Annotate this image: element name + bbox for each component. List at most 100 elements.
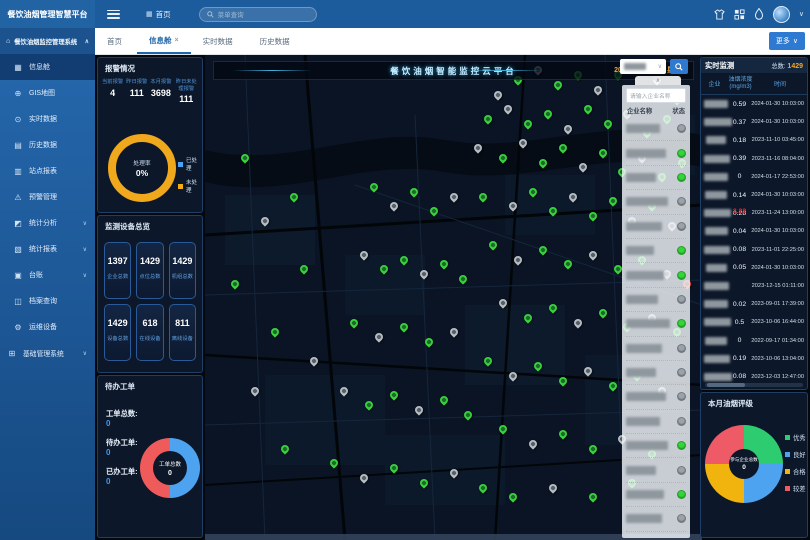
company-row[interactable] xyxy=(626,141,686,165)
map-pin[interactable] xyxy=(502,104,513,115)
map-pin[interactable] xyxy=(542,108,553,119)
map-pin[interactable] xyxy=(388,462,399,473)
map-pin[interactable] xyxy=(522,312,533,323)
map-pin[interactable] xyxy=(507,492,518,503)
map-pin[interactable] xyxy=(348,317,359,328)
map-pin[interactable] xyxy=(498,298,509,309)
realtime-row[interactable]: 0.08 2023-11-01 22:25:00 xyxy=(701,241,807,259)
company-row[interactable] xyxy=(626,288,686,312)
map-pin[interactable] xyxy=(418,268,429,279)
company-row[interactable] xyxy=(626,190,686,214)
map-pin[interactable] xyxy=(309,356,320,367)
map-pin[interactable] xyxy=(582,365,593,376)
stat-card[interactable]: 1429 点位总数 xyxy=(136,242,163,299)
map-pin[interactable] xyxy=(547,302,558,313)
map-pin[interactable] xyxy=(498,424,509,435)
map-pin[interactable] xyxy=(592,84,603,95)
map-pin[interactable] xyxy=(498,152,509,163)
map-pin[interactable] xyxy=(358,249,369,260)
company-select-dropdown[interactable]: ∨ xyxy=(620,59,666,74)
realtime-row[interactable]: 0 2024-01-17 22:53:00 xyxy=(701,168,807,186)
map-pin[interactable] xyxy=(438,395,449,406)
map-pin[interactable] xyxy=(239,152,250,163)
page-tab[interactable]: 首页 xyxy=(95,28,137,54)
company-row[interactable] xyxy=(626,434,686,458)
map-pin[interactable] xyxy=(557,142,568,153)
map-pin[interactable] xyxy=(512,254,523,265)
map-pin[interactable] xyxy=(478,191,489,202)
sidebar-item[interactable]: ◩ 统计分析 ∨ xyxy=(0,210,95,236)
sidebar-item[interactable]: ◫ 档案查询 xyxy=(0,288,95,314)
map-pin[interactable] xyxy=(378,264,389,275)
map-pin[interactable] xyxy=(388,201,399,212)
company-row[interactable] xyxy=(626,239,686,263)
map-pin[interactable] xyxy=(602,118,613,129)
realtime-row[interactable]: 0.14 2024-01-30 10:03:00 xyxy=(701,186,807,204)
company-row[interactable] xyxy=(626,117,686,141)
map-pin[interactable] xyxy=(532,361,543,372)
map-pin[interactable] xyxy=(249,385,260,396)
map-pin[interactable] xyxy=(408,186,419,197)
company-row[interactable] xyxy=(626,483,686,507)
more-button[interactable]: 更多 ∨ xyxy=(769,32,805,50)
company-row[interactable] xyxy=(626,337,686,361)
map-pin[interactable] xyxy=(413,404,424,415)
map-pin[interactable] xyxy=(572,317,583,328)
sidebar-item[interactable]: ▥ 站点报表 xyxy=(0,158,95,184)
realtime-row[interactable]: 0.28 2023-11-24 13:00:00 xyxy=(701,204,807,222)
map-pin[interactable] xyxy=(269,327,280,338)
map-pin[interactable] xyxy=(289,191,300,202)
map-pin[interactable] xyxy=(587,492,598,503)
map-pin[interactable] xyxy=(329,458,340,469)
list-collapse-toggle[interactable]: ∧ xyxy=(635,76,681,85)
map-pin[interactable] xyxy=(557,428,568,439)
realtime-row[interactable]: 0.19 2023-10-06 13:04:00 xyxy=(701,350,807,368)
company-row[interactable] xyxy=(626,215,686,239)
map-pin[interactable] xyxy=(547,482,558,493)
map-pin[interactable] xyxy=(527,438,538,449)
map-pin[interactable] xyxy=(537,244,548,255)
map-pin[interactable] xyxy=(259,215,270,226)
stat-card[interactable]: 1429 机组总数 xyxy=(169,242,196,299)
company-row[interactable] xyxy=(626,312,686,336)
sidebar-item[interactable]: ⊕ GIS地图 xyxy=(0,80,95,106)
sidebar-item[interactable]: ⚙ 运维设备 xyxy=(0,314,95,340)
theme-icon[interactable] xyxy=(714,9,725,20)
realtime-row[interactable]: 0.5 2023-10-06 16:44:00 xyxy=(701,313,807,331)
map-pin[interactable] xyxy=(562,123,573,134)
map-pin[interactable] xyxy=(473,142,484,153)
map-pin[interactable] xyxy=(493,89,504,100)
sidebar-item[interactable]: ▧ 统计报表 ∨ xyxy=(0,236,95,262)
realtime-row[interactable]: 0.05 2024-01-30 10:03:00 xyxy=(701,259,807,277)
map-pin[interactable] xyxy=(299,264,310,275)
flame-icon[interactable] xyxy=(754,8,764,20)
realtime-row[interactable]: 0.59 2024-01-30 10:03:00 xyxy=(701,95,807,113)
tab-close-icon[interactable]: × xyxy=(175,37,179,44)
page-tab[interactable]: 信息舱 × xyxy=(137,28,191,54)
map-pin[interactable] xyxy=(587,249,598,260)
map-pin[interactable] xyxy=(552,79,563,90)
realtime-row[interactable]: 0.18 2023-11-10 03:45:00 xyxy=(701,131,807,149)
realtime-row[interactable]: 0.02 2023-09-01 17:39:00 xyxy=(701,295,807,313)
user-avatar[interactable] xyxy=(773,6,790,23)
map-pin[interactable] xyxy=(507,201,518,212)
map-pin[interactable] xyxy=(597,147,608,158)
map-pin[interactable] xyxy=(507,370,518,381)
sidebar-item[interactable]: ⊞ 基础管理系统 ∨ xyxy=(0,340,95,366)
map-pin[interactable] xyxy=(567,191,578,202)
map-pin[interactable] xyxy=(527,186,538,197)
sidebar-item[interactable]: ▣ 台账 ∨ xyxy=(0,262,95,288)
company-row[interactable] xyxy=(626,507,686,531)
realtime-row[interactable]: 0.39 2023-11-16 08:04:00 xyxy=(701,150,807,168)
map-pin[interactable] xyxy=(438,259,449,270)
realtime-row[interactable]: 2.22 2023-12-15 01:11:00 xyxy=(701,277,807,295)
stat-card[interactable]: 1397 企业总数 xyxy=(104,242,131,299)
company-row[interactable] xyxy=(626,458,686,482)
map-pin[interactable] xyxy=(428,205,439,216)
chevron-down-icon[interactable]: ∨ xyxy=(799,10,804,18)
map-pin[interactable] xyxy=(478,482,489,493)
map-pin[interactable] xyxy=(488,239,499,250)
stat-card[interactable]: 811 离线设备 xyxy=(169,304,196,361)
page-tab[interactable]: 历史数据 xyxy=(248,28,305,54)
realtime-row[interactable]: 0 2022-09-17 01:34:00 xyxy=(701,331,807,349)
